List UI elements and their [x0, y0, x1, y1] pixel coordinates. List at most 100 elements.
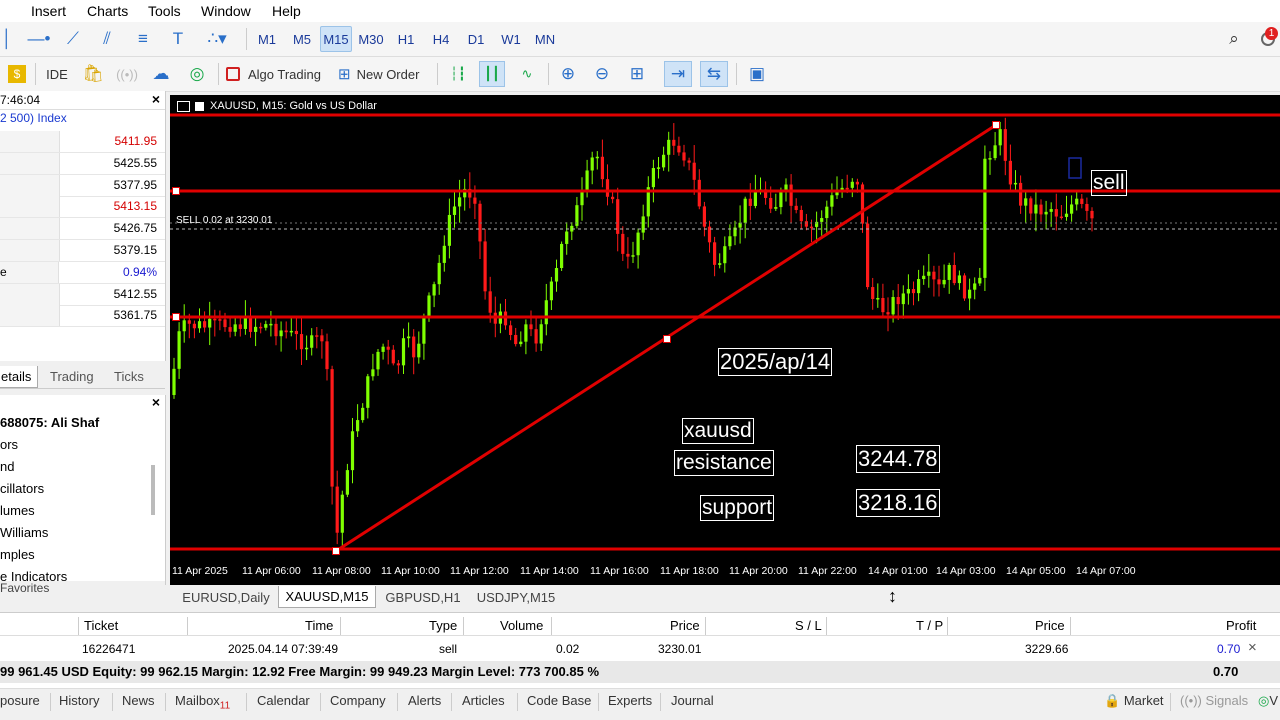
date-label[interactable]: 2025/ap/14 — [718, 348, 833, 376]
trend-line-icon[interactable]: ⟋ — [60, 26, 86, 52]
chart-tab-xauusd[interactable]: XAUUSD,M15 — [278, 586, 376, 608]
new-order-button[interactable]: ⊞ New Order — [338, 61, 430, 87]
chart-tab-eurusd[interactable]: EURUSD,Daily — [174, 586, 278, 608]
close-icon[interactable]: × — [152, 91, 160, 107]
timeframe-m30[interactable]: M30 — [355, 26, 387, 52]
nav-item[interactable]: cillators — [0, 481, 44, 496]
tab-exposure[interactable]: posure — [0, 693, 40, 708]
price-chart[interactable]: 11 Apr 2025 11 Apr 06:00 11 Apr 08:00 11 Ap… — [170, 95, 1280, 585]
tab-journal[interactable]: Journal — [671, 693, 714, 708]
line-chart-icon[interactable]: ∿ — [514, 61, 540, 87]
market-button[interactable]: 🔒 Market — [1104, 693, 1164, 709]
symbol-row[interactable]: e 0.94% — [0, 261, 165, 284]
symbol-row[interactable]: 5361.75 — [0, 305, 165, 328]
vertical-line-icon[interactable]: │ — [0, 26, 14, 52]
nav-item[interactable]: nd — [0, 459, 14, 474]
index-header[interactable]: 2 500) Index — [0, 111, 165, 131]
bag-icon[interactable]: 🛍 — [80, 61, 106, 87]
menu-help[interactable]: Help — [272, 3, 301, 19]
nav-item[interactable]: Williams — [0, 525, 48, 540]
chart-shift-icon[interactable]: ⇆ — [700, 61, 728, 87]
cloud-icon[interactable]: ☁ — [148, 61, 174, 87]
channel-icon[interactable]: ⫽ — [94, 26, 120, 52]
menu-window[interactable]: Window — [201, 3, 251, 19]
notifications-icon[interactable]: 1 — [1256, 26, 1280, 52]
menu-insert[interactable]: Insert — [31, 3, 66, 19]
screenshot-icon[interactable]: ▣ — [744, 61, 770, 87]
timeframe-h1[interactable]: H1 — [390, 26, 422, 52]
tab-details[interactable]: etails — [0, 366, 39, 388]
resize-icon[interactable]: ↕ — [888, 587, 897, 605]
bar-chart-icon[interactable]: ┆┇ — [446, 61, 470, 87]
resistance-label[interactable]: resistance — [674, 450, 774, 476]
order-line-label[interactable]: SELL 0.02 at 3230.01 — [176, 215, 272, 226]
sell-label[interactable]: sell — [1091, 170, 1127, 196]
symbol-row[interactable]: 5412.55 — [0, 283, 165, 306]
symbol-row[interactable]: 5377.95 — [0, 174, 165, 197]
ide-button[interactable]: IDE — [42, 61, 72, 87]
chart-tab-usdjpy[interactable]: USDJPY,M15 — [470, 586, 562, 608]
symbol-row[interactable]: 5426.75 — [0, 218, 165, 241]
col-ticket[interactable]: Ticket — [84, 618, 118, 633]
tab-calendar[interactable]: Calendar — [257, 693, 310, 708]
col-current-price[interactable]: Price — [1035, 618, 1065, 633]
timeframe-m1[interactable]: M1 — [251, 26, 283, 52]
col-sl[interactable]: S / L — [795, 618, 822, 633]
zoom-in-icon[interactable]: ⊕ — [556, 61, 580, 87]
symbol-label[interactable]: xauusd — [682, 418, 754, 444]
menu-tools[interactable]: Tools — [148, 3, 181, 19]
tab-mailbox[interactable]: Mailbox11 — [175, 693, 230, 712]
timeframe-d1[interactable]: D1 — [460, 26, 492, 52]
candlestick-icon[interactable]: ┃┃ — [479, 61, 505, 87]
chart-menu-icon[interactable] — [177, 100, 190, 112]
col-volume[interactable]: Volume — [500, 618, 543, 633]
col-price[interactable]: Price — [670, 618, 700, 633]
tab-code-base[interactable]: Code Base — [527, 693, 591, 708]
signals-button[interactable]: ((•)) Signals — [1180, 693, 1248, 708]
tab-articles[interactable]: Articles — [462, 693, 505, 708]
timeframe-m15[interactable]: M15 — [320, 26, 352, 52]
nav-item[interactable]: lumes — [0, 503, 35, 518]
tab-company[interactable]: Company — [330, 693, 386, 708]
support-price-label[interactable]: 3218.16 — [856, 489, 940, 517]
autoscroll-icon[interactable]: ⇥ — [664, 61, 692, 87]
symbol-row[interactable]: 5379.15 — [0, 240, 165, 262]
dollar-icon[interactable]: $ — [6, 61, 28, 87]
menu-charts[interactable]: Charts — [87, 3, 128, 19]
nav-item[interactable]: ors — [0, 437, 18, 452]
zoom-out-icon[interactable]: ⊖ — [590, 61, 614, 87]
col-profit[interactable]: Profit — [1226, 618, 1256, 633]
tab-history[interactable]: History — [59, 693, 99, 708]
nav-item[interactable]: mples — [0, 547, 35, 562]
algo-trading-button[interactable]: Algo Trading — [226, 61, 326, 87]
scrollbar[interactable] — [151, 465, 155, 515]
col-type[interactable]: Type — [429, 618, 457, 633]
close-position-icon[interactable]: × — [1248, 639, 1257, 656]
favorites-label[interactable]: Favorites — [0, 581, 165, 599]
signal-icon[interactable]: ((•)) — [114, 61, 140, 87]
chart-tab-gbpusd[interactable]: GBPUSD,H1 — [378, 586, 468, 608]
tab-trading[interactable]: Trading — [44, 366, 100, 387]
vps-button[interactable]: ◎V — [1258, 693, 1278, 709]
timeframe-m5[interactable]: M5 — [286, 26, 318, 52]
support-label[interactable]: support — [700, 495, 775, 521]
tab-news[interactable]: News — [122, 693, 155, 708]
horizontal-line-icon[interactable]: —• — [26, 26, 52, 52]
timeframe-w1[interactable]: W1 — [495, 26, 527, 52]
timeframe-h4[interactable]: H4 — [425, 26, 457, 52]
close-icon[interactable]: × — [152, 395, 160, 410]
shapes-icon[interactable]: ∴▾ — [197, 26, 237, 52]
vps-icon[interactable]: ◎ — [184, 61, 210, 87]
col-tp[interactable]: T / P — [916, 618, 943, 633]
tab-experts[interactable]: Experts — [608, 693, 652, 708]
account-item[interactable]: 688075: Ali Shaf — [0, 415, 99, 430]
symbol-row[interactable]: 5413.15 — [0, 196, 165, 219]
fibonacci-icon[interactable]: ≡ — [130, 26, 156, 52]
tab-alerts[interactable]: Alerts — [408, 693, 441, 708]
resistance-price-label[interactable]: 3244.78 — [856, 445, 940, 473]
timeframe-mn[interactable]: MN — [529, 26, 561, 52]
symbol-row[interactable]: 5425.55 — [0, 152, 165, 175]
col-time[interactable]: Time — [305, 618, 333, 633]
grid-icon[interactable]: ⊞ — [624, 61, 650, 87]
text-icon[interactable]: T — [165, 26, 191, 52]
